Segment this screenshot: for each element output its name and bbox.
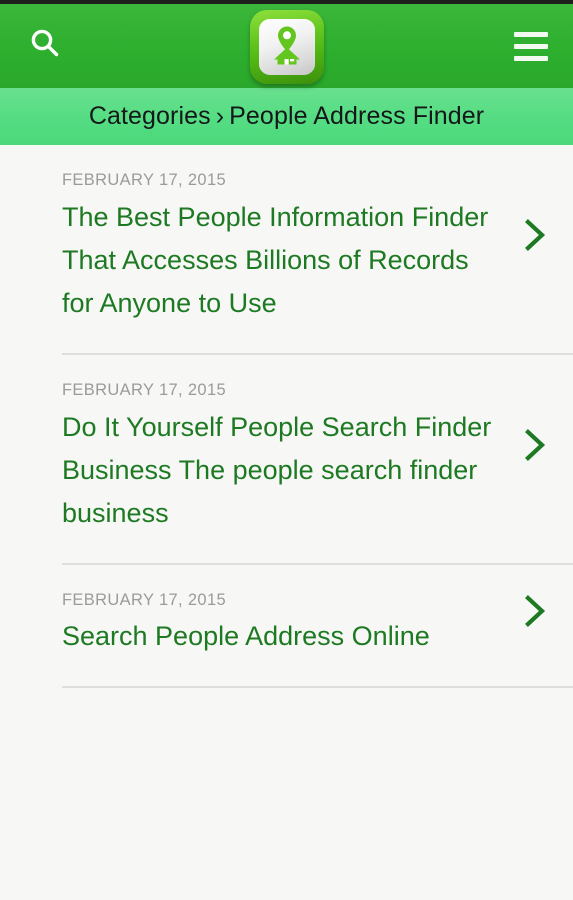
article-list[interactable]: FEBRUARY 17, 2015 The Best People Inform…: [0, 145, 573, 900]
chevron-right-icon[interactable]: [515, 425, 555, 465]
chevron-right-icon[interactable]: [515, 591, 555, 631]
list-item[interactable]: FEBRUARY 17, 2015 Search People Address …: [0, 565, 573, 659]
article-date: FEBRUARY 17, 2015: [62, 380, 227, 399]
logo-inner-plate: [258, 19, 315, 75]
breadcrumb-separator: ›: [215, 102, 225, 130]
search-icon: [28, 27, 62, 66]
list-item[interactable]: FEBRUARY 17, 2015 The Best People Inform…: [0, 145, 573, 325]
breadcrumb: Categories › People Address Finder: [89, 102, 484, 131]
article-text-block: FEBRUARY 17, 2015 Do It Yourself People …: [0, 381, 573, 535]
article-date: FEBRUARY 17, 2015: [62, 171, 227, 189]
menu-icon-bar-2: [514, 43, 548, 49]
search-button[interactable]: [22, 23, 68, 69]
article-text-block: FEBRUARY 17, 2015 Search People Address …: [0, 591, 573, 659]
article-title[interactable]: Search People Address Online: [62, 615, 495, 658]
menu-icon-bar-3: [514, 55, 548, 61]
hamburger-menu-button[interactable]: [507, 24, 555, 68]
article-text-block: FEBRUARY 17, 2015 The Best People Inform…: [0, 171, 573, 325]
list-item[interactable]: FEBRUARY 17, 2015 Do It Yourself People …: [0, 355, 573, 535]
app-logo[interactable]: [249, 10, 324, 84]
app-header: [0, 4, 573, 88]
article-date: FEBRUARY 17, 2015: [62, 590, 227, 609]
chevron-right-icon[interactable]: [515, 215, 555, 255]
list-divider: [62, 686, 573, 689]
breadcrumb-item-current[interactable]: People Address Finder: [229, 102, 484, 130]
article-title[interactable]: The Best People Information Finder That …: [62, 196, 495, 325]
article-title[interactable]: Do It Yourself People Search Finder Busi…: [62, 406, 495, 535]
menu-icon-bar-1: [514, 31, 548, 37]
breadcrumb-item-categories[interactable]: Categories: [89, 102, 211, 130]
map-pin-house-icon: [267, 23, 307, 72]
breadcrumb-bar: Categories › People Address Finder: [0, 88, 573, 145]
